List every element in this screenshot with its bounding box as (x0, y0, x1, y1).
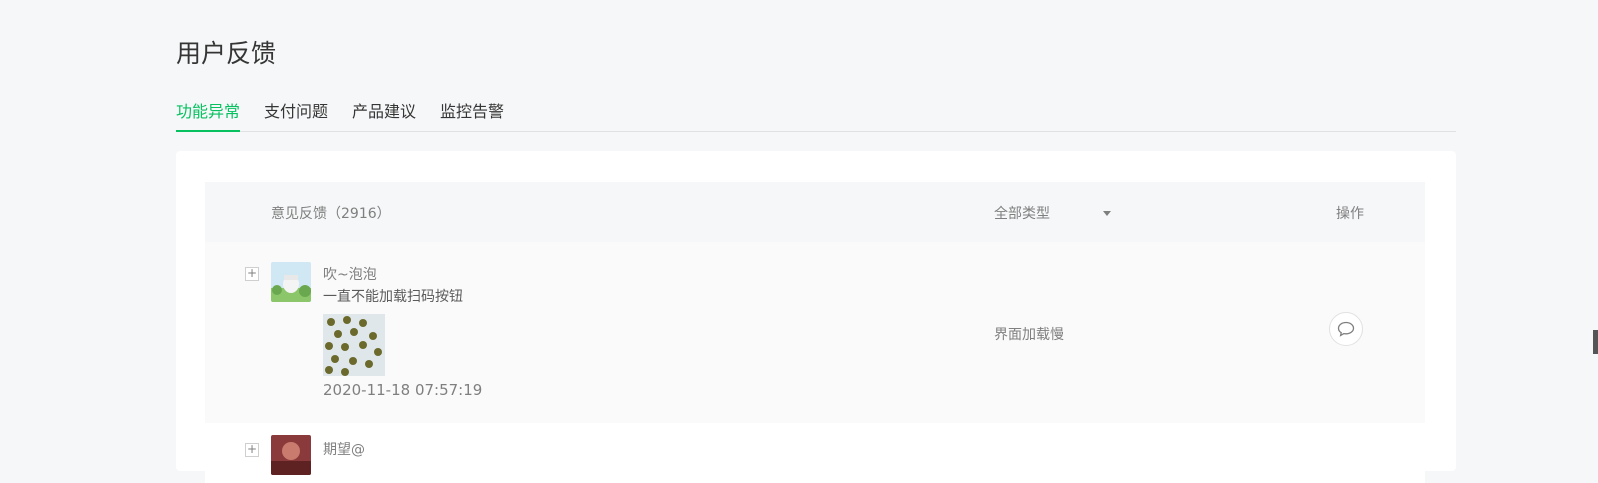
action-header: 操作 (1336, 206, 1364, 222)
tab-monitoring-alert[interactable]: 监控告警 (440, 98, 504, 131)
feedback-content: 一直不能加载扫码按钮 (323, 289, 463, 305)
reply-button[interactable] (1329, 312, 1363, 346)
tab-bar: 功能异常 支付问题 产品建议 监控告警 (176, 98, 1456, 132)
expand-icon[interactable]: + (245, 443, 259, 457)
tab-product-suggestion[interactable]: 产品建议 (352, 98, 416, 131)
feedback-timestamp: 2020-11-18 07:57:19 (323, 381, 483, 399)
avatar (271, 435, 311, 475)
feedback-card: 意见反馈（2916） 全部类型 操作 + 吹~泡泡 一直不能加载扫码按钮 202… (176, 151, 1456, 483)
comment-icon (1337, 321, 1355, 337)
feedback-image[interactable] (323, 314, 385, 376)
user-nickname: 吹~泡泡 (323, 267, 377, 283)
avatar (271, 262, 311, 302)
table-header: 意见反馈（2916） 全部类型 操作 (205, 182, 1425, 242)
feedback-count-header: 意见反馈（2916） (271, 206, 391, 222)
scroll-edge-handle[interactable] (1593, 330, 1598, 354)
type-filter-dropdown[interactable]: 全部类型 (994, 203, 1050, 223)
chevron-down-icon[interactable] (1103, 211, 1111, 216)
tab-payment-issue[interactable]: 支付问题 (264, 98, 328, 131)
table-row: + 吹~泡泡 一直不能加载扫码按钮 2020-11-18 07:57:19 界面… (205, 242, 1425, 424)
expand-icon[interactable]: + (245, 267, 259, 281)
page-title: 用户反馈 (176, 39, 277, 68)
feedback-type: 界面加载慢 (994, 327, 1064, 343)
user-nickname: 期望@ (323, 442, 365, 458)
table-row: + 期望@ (205, 423, 1425, 483)
tab-function-error[interactable]: 功能异常 (176, 98, 241, 132)
